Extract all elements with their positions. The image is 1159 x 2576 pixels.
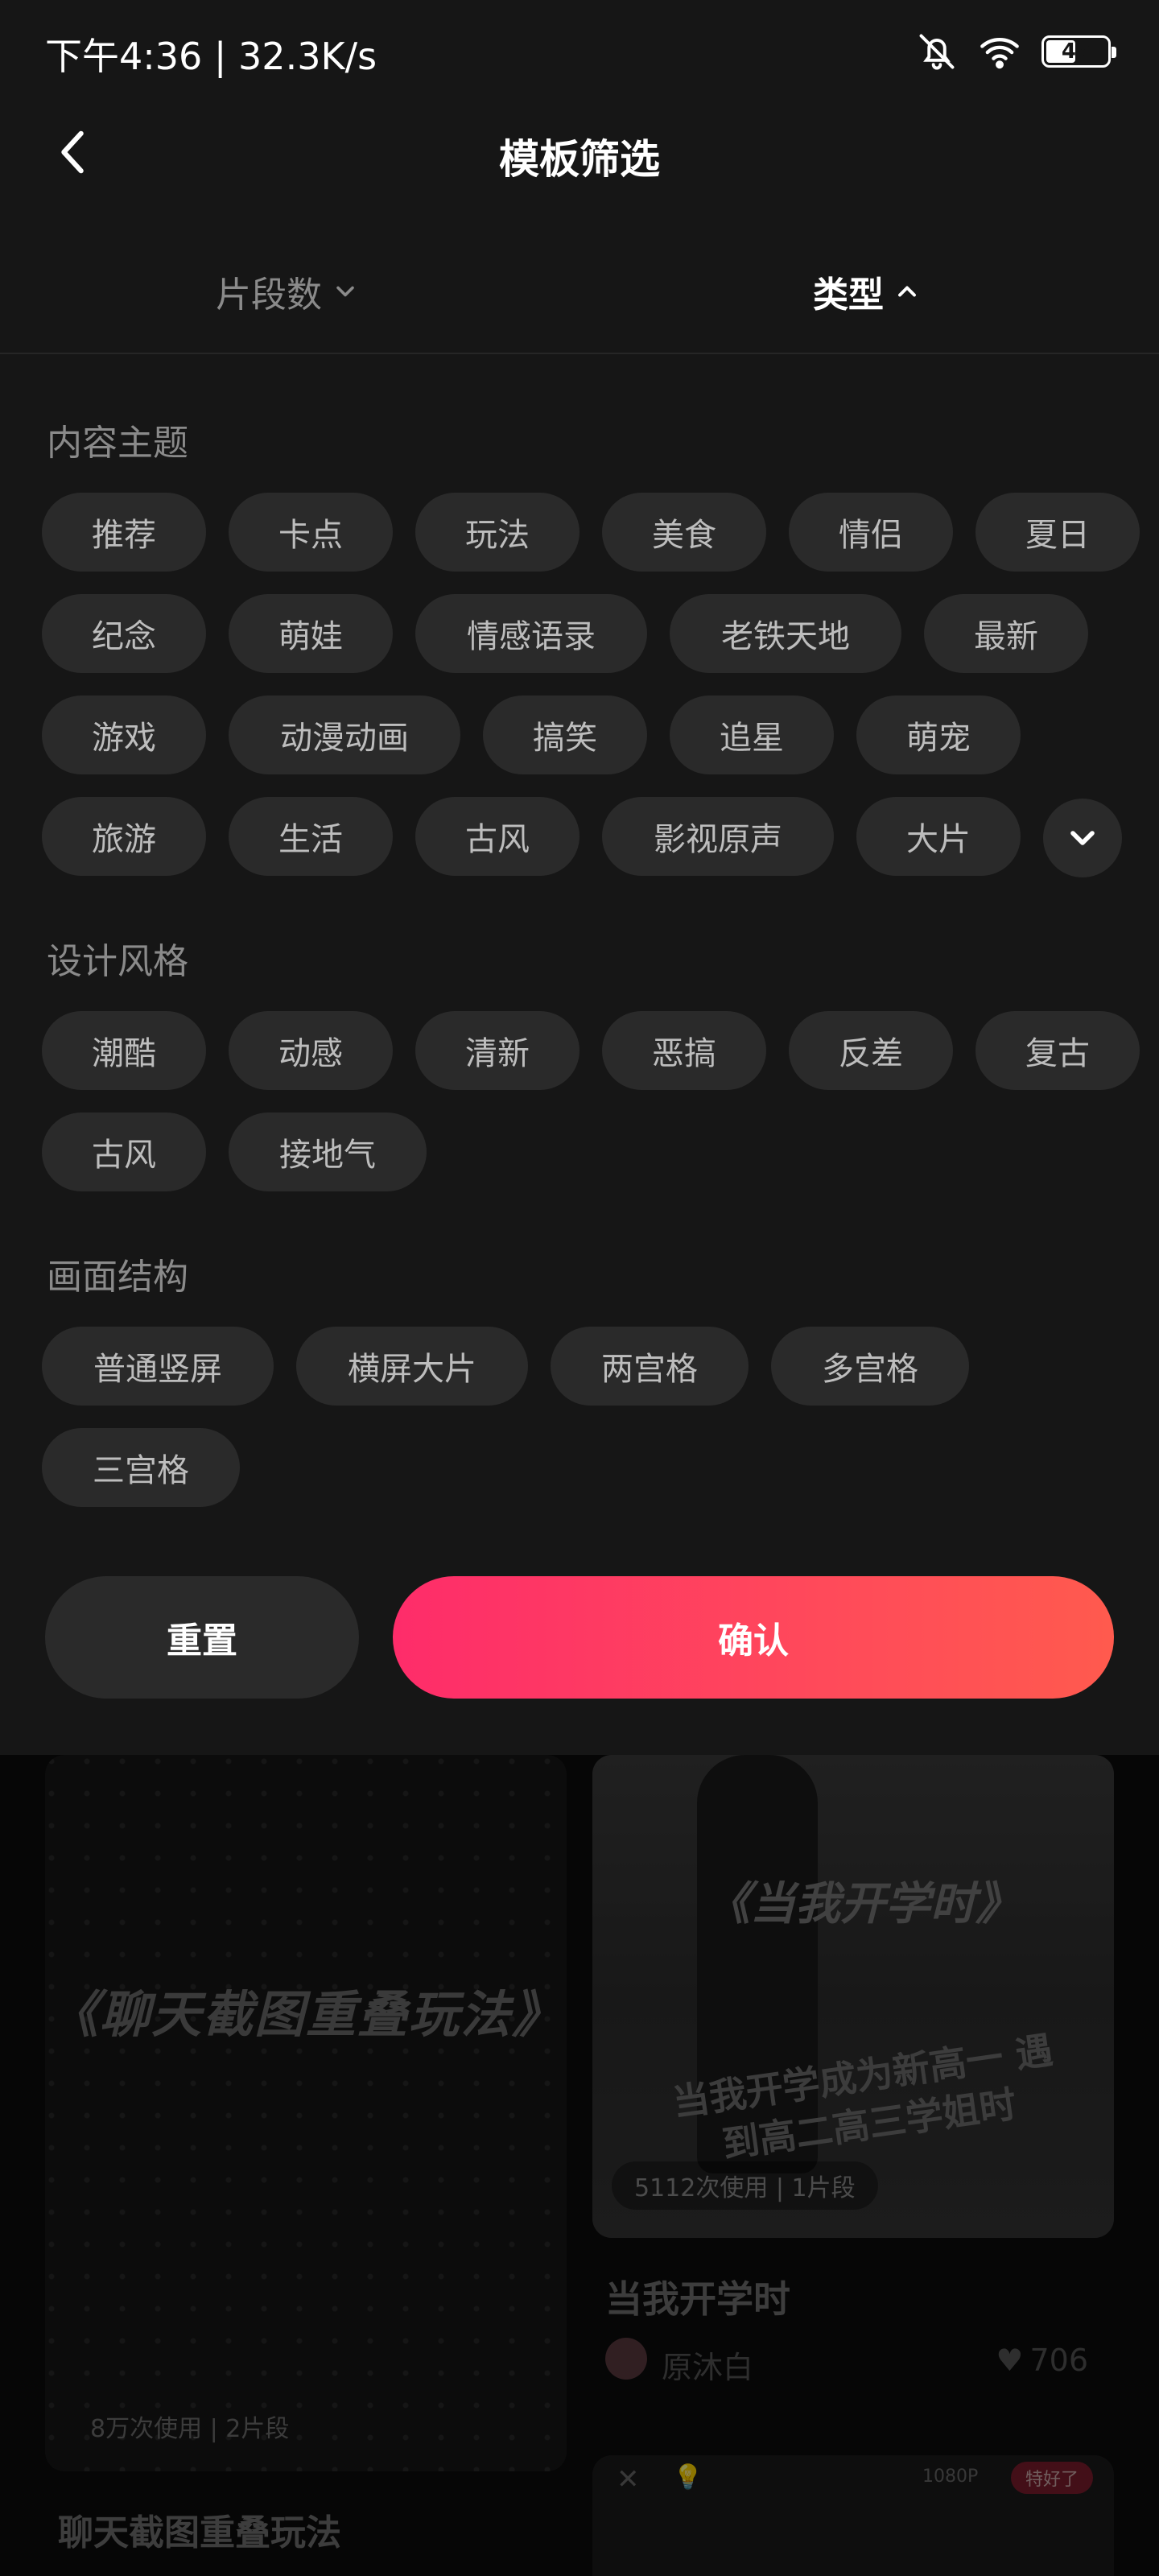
filter-chip[interactable]: 多宫格: [771, 1327, 969, 1406]
filter-chip[interactable]: 美食: [602, 493, 766, 572]
tab-segment-count[interactable]: 片段数: [216, 266, 357, 317]
filter-chip[interactable]: 三宫格: [42, 1428, 240, 1507]
expand-button[interactable]: [1043, 799, 1122, 877]
filter-chip[interactable]: 追星: [670, 696, 834, 774]
filter-chip[interactable]: 动漫动画: [229, 696, 460, 774]
filter-chip[interactable]: 搞笑: [483, 696, 647, 774]
filter-chip[interactable]: 萌娃: [229, 594, 393, 673]
battery-icon: 49: [1041, 35, 1116, 68]
filter-chip[interactable]: 反差: [789, 1011, 953, 1090]
filter-chip[interactable]: 夏日: [975, 493, 1140, 572]
mute-bell-icon: [919, 34, 955, 70]
tab-label: 片段数: [216, 275, 322, 316]
filter-chip[interactable]: 动感: [229, 1011, 393, 1090]
section-title-layout: 画面结构: [47, 1257, 188, 1298]
battery-text: 49: [1061, 39, 1091, 64]
confirm-button[interactable]: 确认: [393, 1576, 1114, 1699]
filter-chip[interactable]: 老铁天地: [670, 594, 901, 673]
nav-bar: 模板筛选: [0, 105, 1159, 201]
filter-chip[interactable]: 古风: [42, 1113, 206, 1191]
filter-chip[interactable]: 情侣: [789, 493, 953, 572]
tab-type[interactable]: 类型: [813, 266, 919, 317]
filter-chip[interactable]: 接地气: [229, 1113, 427, 1191]
filter-chip[interactable]: 大片: [856, 797, 1021, 876]
filter-chip[interactable]: 复古: [975, 1011, 1140, 1090]
tab-label: 类型: [813, 275, 884, 316]
status-time: 下午4:36 | 32.3K/s: [45, 35, 377, 78]
filter-tabs: 片段数 类型: [0, 242, 1159, 354]
section-title-content-theme: 内容主题: [47, 423, 188, 464]
filter-chip[interactable]: 恶搞: [602, 1011, 766, 1090]
page-title: 模板筛选: [499, 136, 660, 183]
filter-chip[interactable]: 最新: [924, 594, 1088, 673]
filter-chip[interactable]: 玩法: [415, 493, 580, 572]
filter-chip[interactable]: 萌宠: [856, 696, 1021, 774]
reset-button[interactable]: 重置: [45, 1576, 359, 1699]
filter-chip[interactable]: 普通竖屏: [42, 1327, 274, 1406]
wifi-icon: [980, 38, 1019, 69]
chevron-up-icon: [898, 286, 916, 297]
filter-chip[interactable]: 游戏: [42, 696, 206, 774]
filter-chip[interactable]: 潮酷: [42, 1011, 206, 1090]
filter-chip[interactable]: 旅游: [42, 797, 206, 876]
overlay-dim[interactable]: [0, 1755, 1159, 2576]
filter-chip[interactable]: 古风: [415, 797, 580, 876]
filter-panel: 下午4:36 | 32.3K/s 49 模板筛选 片段数 类型 内容主题 推荐 …: [0, 0, 1159, 1755]
filter-chip[interactable]: 纪念: [42, 594, 206, 673]
status-icons: 49: [916, 31, 1116, 72]
filter-chip[interactable]: 情感语录: [415, 594, 647, 673]
filter-chip[interactable]: 横屏大片: [296, 1327, 528, 1406]
status-bar: 下午4:36 | 32.3K/s 49: [0, 0, 1159, 105]
filter-chip[interactable]: 推荐: [42, 493, 206, 572]
filter-chip[interactable]: 生活: [229, 797, 393, 876]
chevron-down-icon: [336, 286, 354, 297]
chevron-down-icon: [1070, 831, 1095, 845]
filter-chip[interactable]: 清新: [415, 1011, 580, 1090]
filter-chip[interactable]: 影视原声: [602, 797, 834, 876]
filter-chip[interactable]: 卡点: [229, 493, 393, 572]
section-title-design-style: 设计风格: [47, 941, 188, 982]
filter-chip[interactable]: 两宫格: [551, 1327, 749, 1406]
